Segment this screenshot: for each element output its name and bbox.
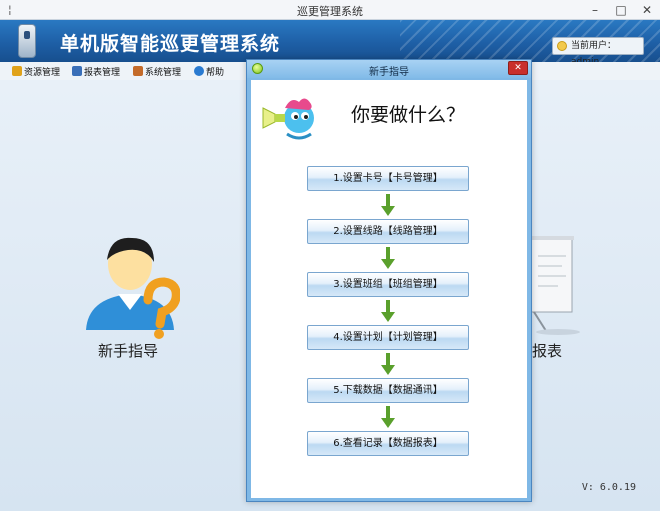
menu-help[interactable]: 帮助 bbox=[194, 65, 224, 78]
report-icon bbox=[72, 66, 82, 76]
user-question-icon bbox=[86, 237, 181, 339]
maximize-icon[interactable]: □ bbox=[608, 0, 634, 20]
mascot-icon bbox=[262, 98, 314, 140]
dialog-body: 你要做什么？ 1.设置卡号【卡号管理】 2.设置线路【线路管理】 3.设置班组【… bbox=[251, 80, 527, 498]
minimize-icon[interactable]: – bbox=[582, 0, 608, 20]
menu-label: 报表管理 bbox=[84, 68, 121, 78]
step-5-button[interactable]: 5.下载数据【数据通讯】 bbox=[307, 378, 469, 403]
device-logo-icon bbox=[18, 24, 36, 58]
step-3-button[interactable]: 3.设置班组【班组管理】 bbox=[307, 272, 469, 297]
menu-system-management[interactable]: 系统管理 bbox=[133, 65, 181, 78]
step-2-button[interactable]: 2.设置线路【线路管理】 bbox=[307, 219, 469, 244]
user-icon bbox=[557, 41, 567, 51]
down-arrow-icon bbox=[381, 247, 395, 269]
step-6-button[interactable]: 6.查看记录【数据报表】 bbox=[307, 431, 469, 456]
window-titlebar: ¦ 巡更管理系统 – □ ✕ bbox=[0, 0, 660, 20]
dialog-titlebar[interactable]: 新手指导 ✕ bbox=[247, 60, 531, 78]
window-title: 巡更管理系统 bbox=[297, 5, 363, 18]
menu-report-management[interactable]: 报表管理 bbox=[72, 65, 120, 78]
app-title: 单机版智能巡更管理系统 bbox=[60, 33, 281, 55]
report-label[interactable]: 报表 bbox=[532, 340, 562, 361]
down-arrow-icon bbox=[381, 406, 395, 428]
down-arrow-icon bbox=[381, 194, 395, 216]
beginner-guide-dialog: 新手指导 ✕ 你要做什么？ 1.设置卡号【卡号管理】 2.设置线路【线路管理】 … bbox=[246, 59, 532, 502]
current-user-badge[interactable]: 当前用户：admin bbox=[552, 37, 644, 62]
dialog-close-button[interactable]: ✕ bbox=[508, 61, 528, 75]
help-icon bbox=[194, 66, 204, 76]
menu-label: 资源管理 bbox=[24, 68, 61, 78]
version-label: V: 6.0.19 bbox=[581, 482, 636, 493]
menu-resource-management[interactable]: 资源管理 bbox=[12, 65, 60, 78]
dialog-title: 新手指导 bbox=[369, 67, 409, 78]
dialog-heading: 你要做什么？ bbox=[351, 104, 466, 126]
menu-label: 系统管理 bbox=[145, 68, 182, 78]
report-board-icon bbox=[527, 236, 580, 335]
close-window-icon[interactable]: ✕ bbox=[634, 0, 660, 20]
beginner-guide-label[interactable]: 新手指导 bbox=[98, 340, 158, 361]
report-tile[interactable] bbox=[527, 236, 580, 339]
folder-icon bbox=[12, 66, 22, 76]
down-arrow-icon bbox=[381, 300, 395, 322]
menu-label: 帮助 bbox=[206, 68, 225, 78]
step-4-button[interactable]: 4.设置计划【计划管理】 bbox=[307, 325, 469, 350]
step-1-button[interactable]: 1.设置卡号【卡号管理】 bbox=[307, 166, 469, 191]
toolbox-icon bbox=[133, 66, 143, 76]
app-banner: 单机版智能巡更管理系统 当前用户：admin bbox=[0, 20, 660, 62]
down-arrow-icon bbox=[381, 353, 395, 375]
